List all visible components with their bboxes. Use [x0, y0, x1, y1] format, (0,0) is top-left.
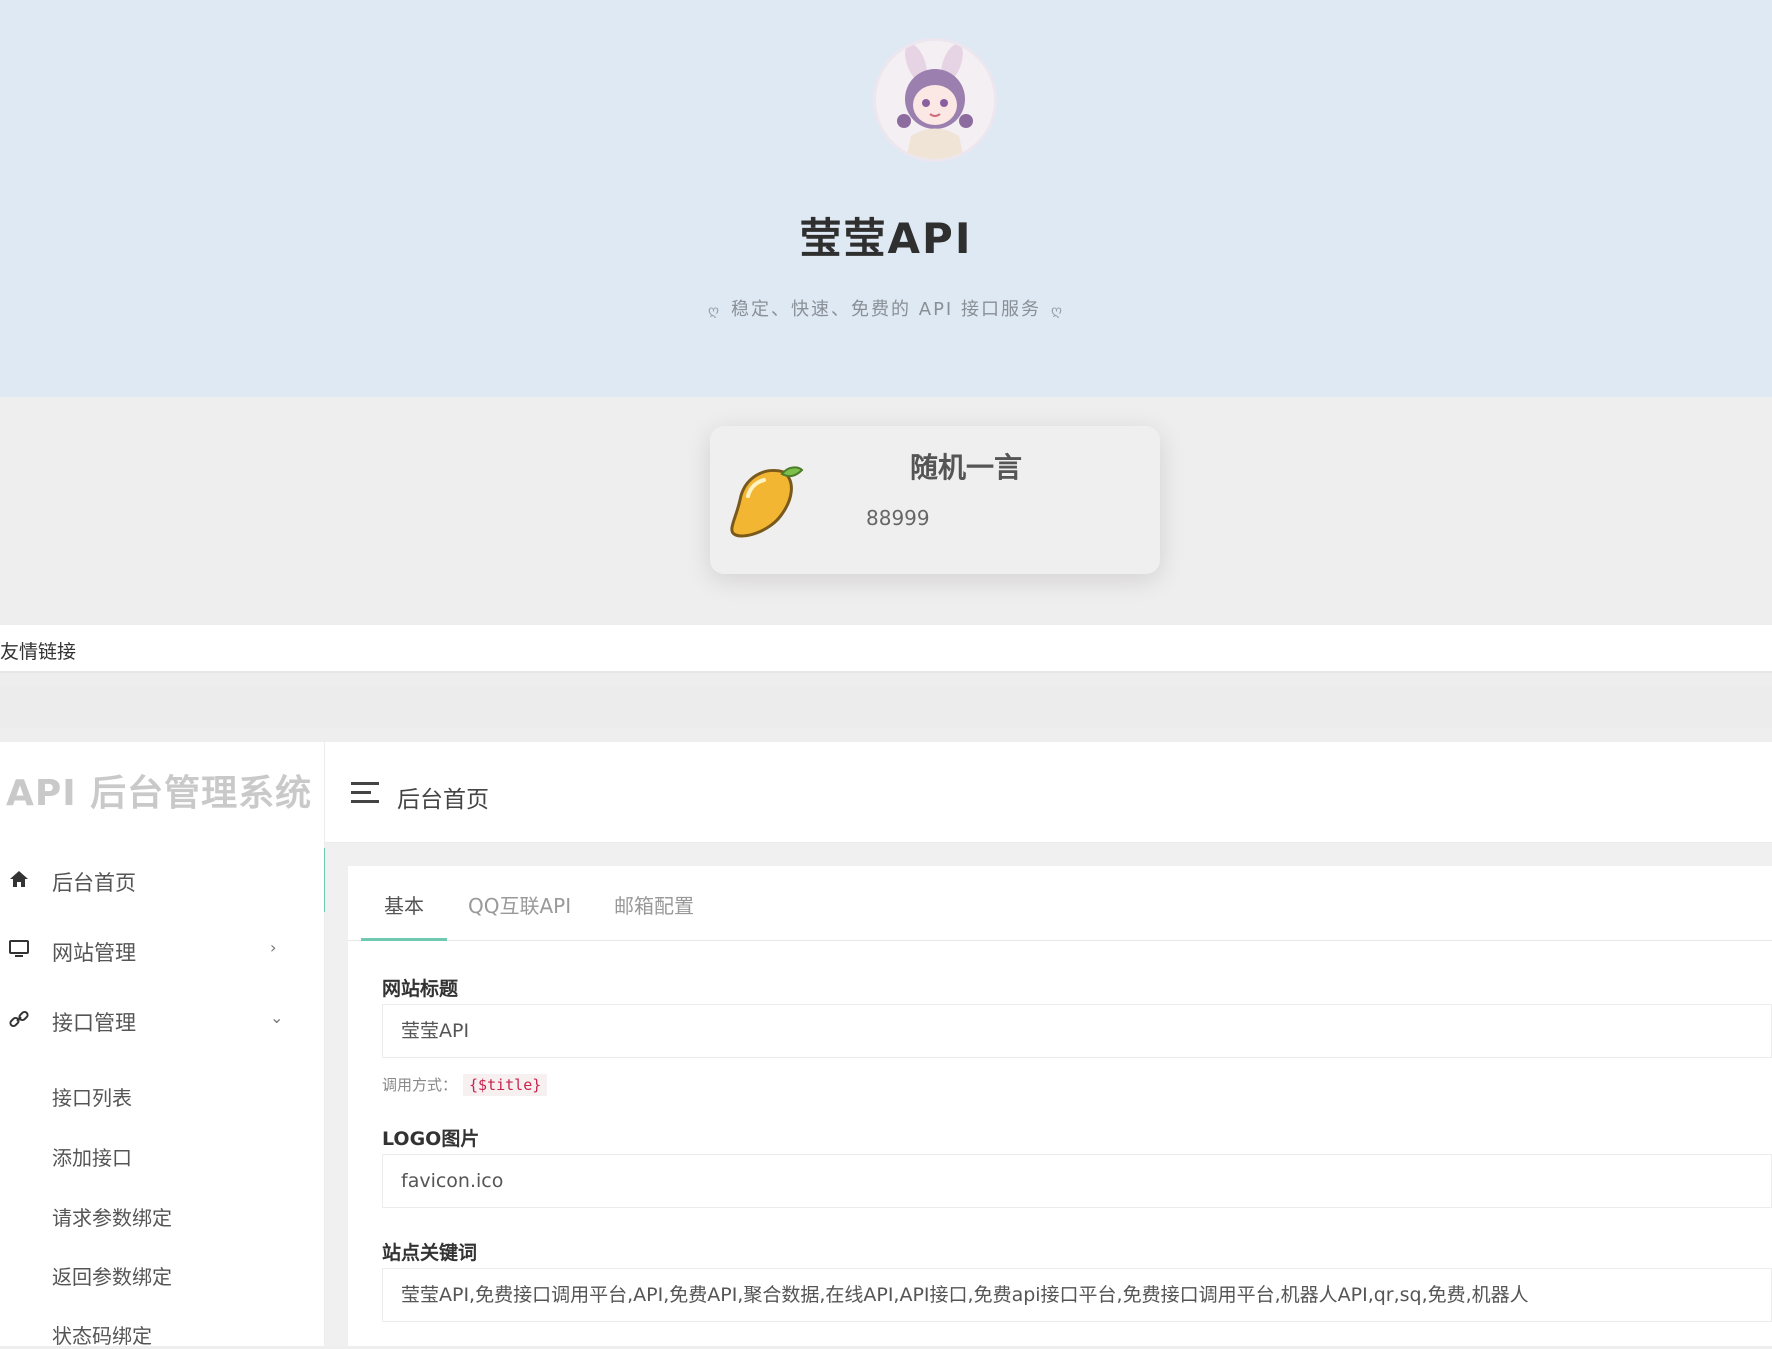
- breadcrumb: 后台首页: [397, 787, 489, 813]
- tab-email-config[interactable]: 邮箱配置: [614, 890, 694, 919]
- sidebar-item-label: 接口管理: [52, 1011, 136, 1035]
- site-title: 莹莹API: [799, 214, 973, 263]
- site-title-label: 网站标题: [382, 978, 459, 1000]
- admin-sidebar: API 后台管理系统 后台首页 网站管理 › 接口管理 ⌄ 接口列表 添加接口 …: [0, 742, 327, 1349]
- admin-header: 后台首页: [325, 742, 1772, 843]
- tab-basic[interactable]: 基本: [384, 890, 424, 919]
- tab-qq-api[interactable]: QQ互联API: [468, 890, 571, 919]
- avatar[interactable]: [876, 41, 994, 159]
- friend-links-label: 友情链接: [0, 641, 77, 663]
- heart-ornament-icon: ღ: [1050, 303, 1064, 319]
- usage-hint-label: 调用方式：: [382, 1076, 458, 1094]
- home-icon: [10, 871, 28, 887]
- active-tab-indicator: [361, 938, 447, 941]
- chevron-down-icon: ⌄: [270, 1008, 284, 1027]
- mango-icon: [730, 466, 804, 538]
- tagline-text: 稳定、快速、免费的 API 接口服务: [731, 299, 1041, 320]
- settings-card: 基本 QQ互联API 邮箱配置 网站标题 莹莹API 调用方式： {$title}…: [348, 866, 1772, 1346]
- keywords-input[interactable]: 莹莹API,免费接口调用平台,API,免费API,聚合数据,在线API,API接…: [382, 1268, 1772, 1322]
- heart-ornament-icon: ღ: [708, 303, 722, 319]
- quote-title: 随机一言: [910, 451, 1023, 484]
- site-title-input[interactable]: 莹莹API: [382, 1004, 1772, 1058]
- section-divider: [0, 686, 1772, 728]
- menu-toggle-icon[interactable]: [351, 782, 379, 804]
- sidebar-item-api-management[interactable]: 接口管理 ⌄: [0, 988, 324, 1052]
- sidebar-item-label: 后台首页: [52, 871, 136, 895]
- friend-links-bar: 友情链接: [0, 625, 1772, 673]
- quote-text: 88999: [866, 506, 930, 530]
- sidebar-subitem-add-api[interactable]: 添加接口: [52, 1142, 132, 1171]
- sidebar-subitem-response-params[interactable]: 返回参数绑定: [52, 1261, 172, 1290]
- logo-input[interactable]: favicon.ico: [382, 1154, 1772, 1208]
- sidebar-subitem-status-codes[interactable]: 状态码绑定: [52, 1320, 152, 1349]
- settings-tabs: 基本 QQ互联API 邮箱配置: [348, 866, 1772, 941]
- anime-avatar-image: [876, 41, 994, 159]
- usage-hint-code: {$title}: [463, 1074, 548, 1096]
- site-tagline: ღ 稳定、快速、免费的 API 接口服务 ღ: [0, 295, 1772, 321]
- keywords-label: 站点关键词: [382, 1242, 478, 1264]
- random-quote-card: 随机一言 88999: [710, 426, 1160, 574]
- sidebar-subitem-request-params[interactable]: 请求参数绑定: [52, 1202, 172, 1231]
- logo-label: LOGO图片: [382, 1128, 480, 1150]
- usage-hint: 调用方式： {$title}: [382, 1074, 548, 1096]
- admin-brand-title: API 后台管理系统: [6, 773, 313, 814]
- monitor-icon: [9, 940, 29, 957]
- link-icon: [9, 1010, 29, 1028]
- sidebar-item-label: 网站管理: [52, 941, 136, 965]
- sidebar-item-dashboard[interactable]: 后台首页: [0, 848, 327, 912]
- sidebar-subitem-api-list[interactable]: 接口列表: [52, 1082, 132, 1111]
- sidebar-item-site-management[interactable]: 网站管理 ›: [0, 918, 324, 982]
- hero-banner: 莹莹API ღ 稳定、快速、免费的 API 接口服务 ღ: [0, 0, 1772, 397]
- chevron-right-icon: ›: [270, 938, 277, 957]
